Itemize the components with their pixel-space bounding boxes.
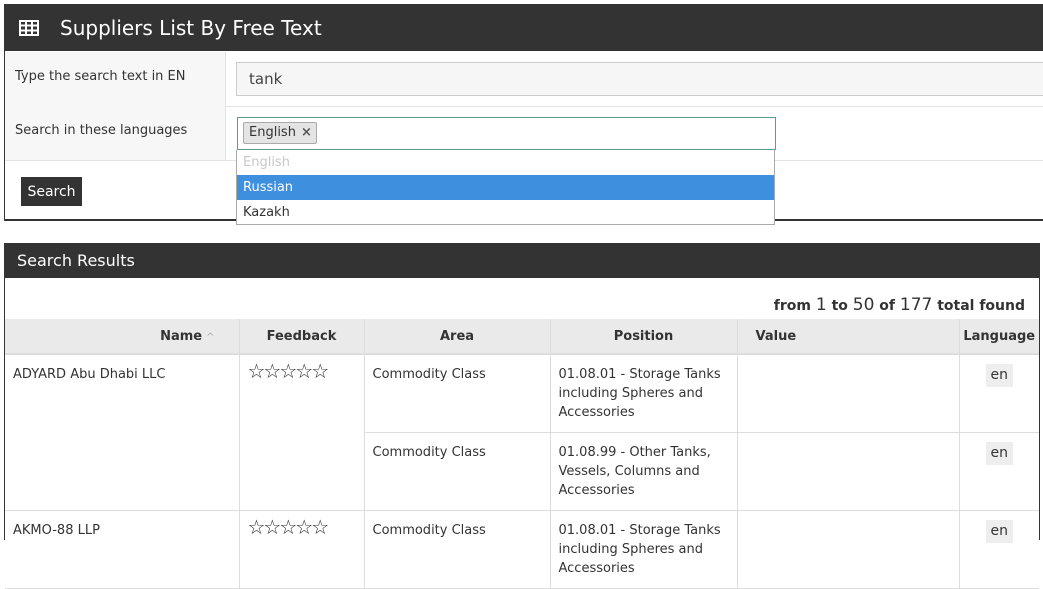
cell-language: en	[959, 432, 1039, 511]
cell-position: 01.08.01 - Storage Tanks including Spher…	[550, 510, 738, 589]
language-badge: en	[985, 364, 1013, 387]
languages-multiselect[interactable]: English ×	[237, 117, 776, 150]
cell-language: en	[959, 510, 1039, 589]
count-of-word: of	[879, 298, 895, 314]
cell-feedback: ☆☆☆☆☆	[239, 510, 365, 589]
languages-label: Search in these languages	[5, 106, 226, 160]
cell-area: Commodity Class	[364, 510, 551, 589]
search-results-panel: Search Results from 1 to 50 of 177 total…	[4, 243, 1040, 589]
cell-area: Commodity Class	[364, 432, 551, 511]
search-button[interactable]: Search	[21, 177, 82, 206]
language-tag-english: English ×	[243, 122, 317, 144]
column-value[interactable]: Value	[737, 319, 960, 355]
dropdown-option-english: English	[243, 155, 290, 170]
results-table: Name ^ Feedback Area Position Value Langu…	[5, 319, 1039, 589]
cell-value	[737, 510, 960, 589]
table-grid-icon	[19, 19, 39, 36]
column-position[interactable]: Position	[550, 319, 738, 355]
results-count: from 1 to 50 of 177 total found	[774, 295, 1025, 315]
cell-name[interactable]: ADYARD Abu Dhabi LLC	[5, 354, 240, 511]
cell-position: 01.08.99 - Other Tanks, Vessels, Columns…	[550, 432, 738, 511]
search-text-input[interactable]	[236, 62, 1043, 96]
cell-feedback: ☆☆☆☆☆	[239, 354, 365, 511]
dropdown-option-russian[interactable]: Russian	[237, 175, 774, 200]
cell-position: 01.08.01 - Storage Tanks including Spher…	[550, 354, 738, 433]
column-name[interactable]: Name ^	[5, 319, 240, 355]
search-text-label: Type the search text in EN	[5, 52, 226, 106]
table-row: ADYARD Abu Dhabi LLC ☆☆☆☆☆ Commodity Cla…	[5, 354, 1039, 511]
search-text-row: Type the search text in EN	[5, 52, 1043, 107]
cell-value	[737, 432, 960, 511]
column-language[interactable]: Language	[959, 319, 1039, 355]
dropdown-option-kazakh[interactable]: Kazakh	[237, 200, 774, 225]
count-total: 177	[899, 295, 933, 315]
count-to-word: to	[831, 298, 848, 314]
language-badge: en	[985, 442, 1013, 465]
feedback-stars-icon[interactable]: ☆☆☆☆☆	[248, 361, 330, 381]
count-from-word: from	[773, 298, 811, 314]
column-name-label: Name	[160, 328, 203, 344]
sort-caret-icon: ^	[206, 331, 215, 343]
column-area[interactable]: Area	[364, 319, 551, 355]
feedback-stars-icon[interactable]: ☆☆☆☆☆	[248, 517, 330, 537]
count-suffix: total found	[937, 298, 1025, 314]
table-header-row: Name ^ Feedback Area Position Value Langu…	[5, 319, 1039, 355]
cell-value	[737, 354, 960, 433]
cell-area: Commodity Class	[364, 354, 551, 433]
cell-name[interactable]: AKMO-88 LLP	[5, 510, 240, 589]
column-feedback[interactable]: Feedback	[239, 319, 365, 355]
table-row: AKMO-88 LLP ☆☆☆☆☆ Commodity Class 01.08.…	[5, 510, 1039, 589]
remove-tag-icon[interactable]: ×	[301, 122, 312, 144]
language-tag-label: English	[249, 125, 296, 140]
page-title: Suppliers List By Free Text	[60, 15, 322, 40]
languages-dropdown: English Russian Kazakh	[236, 150, 775, 225]
count-start: 1	[815, 295, 827, 315]
cell-language: en	[959, 354, 1039, 433]
results-header: Search Results	[5, 243, 1039, 278]
count-end: 50	[852, 295, 875, 315]
panel-header: Suppliers List By Free Text	[5, 4, 1043, 51]
